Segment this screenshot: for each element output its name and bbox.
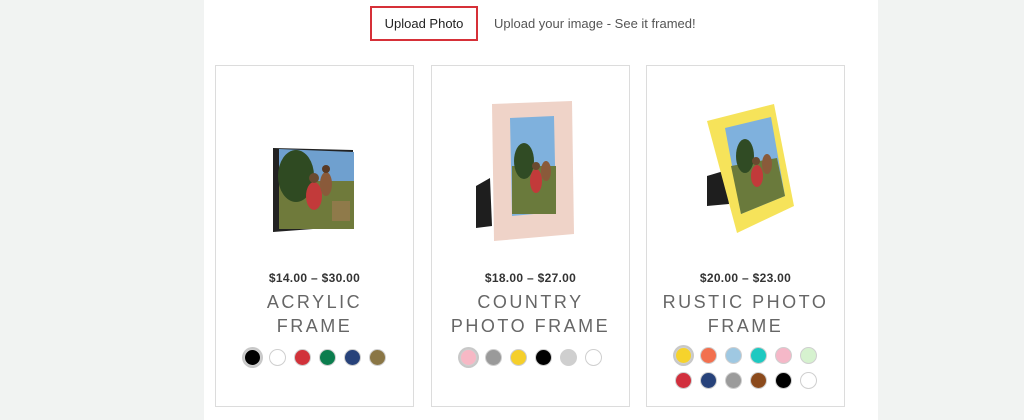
product-title-line2: FRAME [707, 316, 784, 336]
acrylic-block-icon[interactable] [216, 66, 413, 266]
product-title[interactable]: RUSTIC PHOTO FRAME [647, 290, 844, 338]
color-swatch[interactable] [799, 347, 817, 364]
color-swatch[interactable] [699, 372, 717, 389]
product-card-acrylic-frame[interactable]: $14.00 – $30.00 ACRYLIC FRAME [215, 65, 414, 407]
product-title-line1: RUSTIC PHOTO [662, 292, 829, 312]
product-title-line1: COUNTRY [477, 292, 584, 312]
product-title-line2: FRAME [276, 316, 353, 336]
color-swatch[interactable] [484, 349, 502, 366]
color-swatch[interactable] [509, 349, 527, 366]
product-title[interactable]: ACRYLIC FRAME [216, 290, 413, 338]
color-swatch[interactable] [749, 347, 767, 364]
pink-frame-icon[interactable] [432, 66, 629, 266]
color-swatch[interactable] [724, 372, 742, 389]
color-swatches [216, 349, 413, 366]
upload-photo-button[interactable]: Upload Photo [370, 6, 478, 41]
color-swatch[interactable] [724, 347, 742, 364]
product-card-rustic-photo-frame[interactable]: $20.00 – $23.00 RUSTIC PHOTO FRAME [646, 65, 845, 407]
color-swatch[interactable] [293, 349, 311, 366]
color-swatch[interactable] [799, 372, 817, 389]
color-swatch[interactable] [343, 349, 361, 366]
yellow-frame-icon[interactable] [647, 66, 844, 266]
product-gallery: Upload Photo Upload your image - See it … [204, 0, 878, 420]
product-title[interactable]: COUNTRY PHOTO FRAME [432, 290, 629, 338]
color-swatch[interactable] [459, 349, 477, 366]
color-swatches [432, 349, 629, 366]
product-price: $18.00 – $27.00 [484, 271, 577, 285]
color-swatch[interactable] [674, 347, 692, 364]
product-card-country-photo-frame[interactable]: $18.00 – $27.00 COUNTRY PHOTO FRAME [431, 65, 630, 407]
color-swatch[interactable] [674, 372, 692, 389]
color-swatch[interactable] [774, 372, 792, 389]
color-swatch[interactable] [318, 349, 336, 366]
color-swatch[interactable] [368, 349, 386, 366]
color-swatch[interactable] [243, 349, 261, 366]
color-swatch[interactable] [534, 349, 552, 366]
upload-hint-text: Upload your image - See it framed! [494, 16, 696, 31]
product-price: $14.00 – $30.00 [268, 271, 361, 285]
color-swatch[interactable] [584, 349, 602, 366]
color-swatch[interactable] [699, 347, 717, 364]
color-swatches [647, 347, 844, 389]
color-swatch[interactable] [559, 349, 577, 366]
product-title-line2: PHOTO FRAME [450, 316, 611, 336]
color-swatch[interactable] [749, 372, 767, 389]
color-swatch[interactable] [774, 347, 792, 364]
product-title-line1: ACRYLIC [266, 292, 363, 312]
product-price: $20.00 – $23.00 [699, 271, 792, 285]
color-swatch[interactable] [268, 349, 286, 366]
